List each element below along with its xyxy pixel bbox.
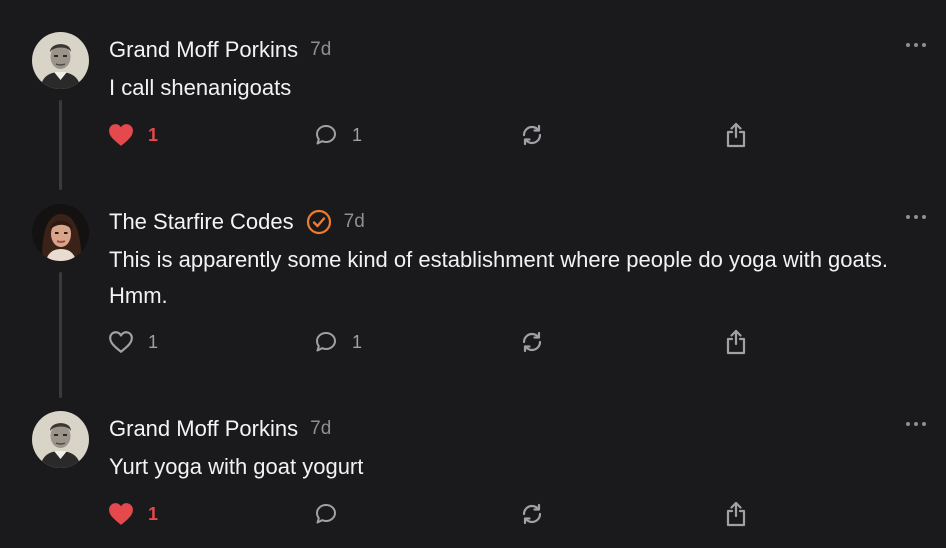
- author-name[interactable]: The Starfire Codes: [109, 209, 294, 235]
- restack-button[interactable]: [520, 327, 544, 357]
- thread-connector: [59, 272, 62, 398]
- more-icon[interactable]: [904, 209, 928, 225]
- restack-icon: [520, 330, 544, 354]
- share-icon: [724, 329, 748, 355]
- avatar-image: [32, 411, 89, 468]
- timestamp[interactable]: 7d: [310, 418, 331, 440]
- timestamp[interactable]: 7d: [344, 211, 365, 233]
- avatar[interactable]: [32, 32, 89, 89]
- verified-badge-icon: [306, 209, 332, 235]
- comment-count: 1: [352, 124, 363, 145]
- comment-text: Yurt yoga with goat yogurt: [109, 454, 364, 479]
- heart-icon: [108, 502, 134, 526]
- share-icon: [724, 501, 748, 527]
- more-icon[interactable]: [904, 37, 928, 53]
- comment-text: I call shenanigoats: [109, 75, 292, 100]
- restack-button[interactable]: [520, 120, 544, 150]
- author-name[interactable]: Grand Moff Porkins: [109, 416, 298, 442]
- comment-icon: [314, 330, 338, 354]
- comment-button[interactable]: 1: [314, 120, 362, 150]
- heart-icon: [108, 330, 134, 354]
- comment-actions: 1: [108, 499, 758, 529]
- restack-icon: [520, 123, 544, 147]
- avatar[interactable]: [32, 411, 89, 468]
- like-count: 1: [148, 331, 159, 352]
- avatar-image: [32, 204, 89, 261]
- share-button[interactable]: [724, 499, 748, 529]
- like-button[interactable]: 1: [108, 120, 158, 150]
- comment-actions: 1 1: [108, 327, 758, 357]
- comment-button[interactable]: 1: [314, 327, 362, 357]
- share-button[interactable]: [724, 120, 748, 150]
- comment-thread: Grand Moff Porkins 7d I call shenanigoat…: [0, 0, 946, 548]
- avatar-image: [32, 32, 89, 89]
- comment-count: 1: [352, 331, 363, 352]
- comment-header: Grand Moff Porkins 7d: [109, 35, 331, 65]
- avatar[interactable]: [32, 204, 89, 261]
- comment-header: The Starfire Codes 7d: [109, 207, 365, 237]
- thread-connector: [59, 100, 62, 190]
- heart-icon: [108, 123, 134, 147]
- share-button[interactable]: [724, 327, 748, 357]
- comment-icon: [314, 502, 338, 526]
- restack-icon: [520, 502, 544, 526]
- author-name[interactable]: Grand Moff Porkins: [109, 37, 298, 63]
- comment-text: This is apparently some kind of establis…: [109, 247, 888, 308]
- like-button[interactable]: 1: [108, 327, 158, 357]
- comment-icon: [314, 123, 338, 147]
- comment-button[interactable]: [314, 499, 338, 529]
- timestamp[interactable]: 7d: [310, 39, 331, 61]
- comment-actions: 1 1: [108, 120, 758, 150]
- restack-button[interactable]: [520, 499, 544, 529]
- more-icon[interactable]: [904, 416, 928, 432]
- share-icon: [724, 122, 748, 148]
- like-button[interactable]: 1: [108, 499, 158, 529]
- like-count: 1: [148, 503, 159, 524]
- comment-header: Grand Moff Porkins 7d: [109, 414, 331, 444]
- like-count: 1: [148, 124, 159, 145]
